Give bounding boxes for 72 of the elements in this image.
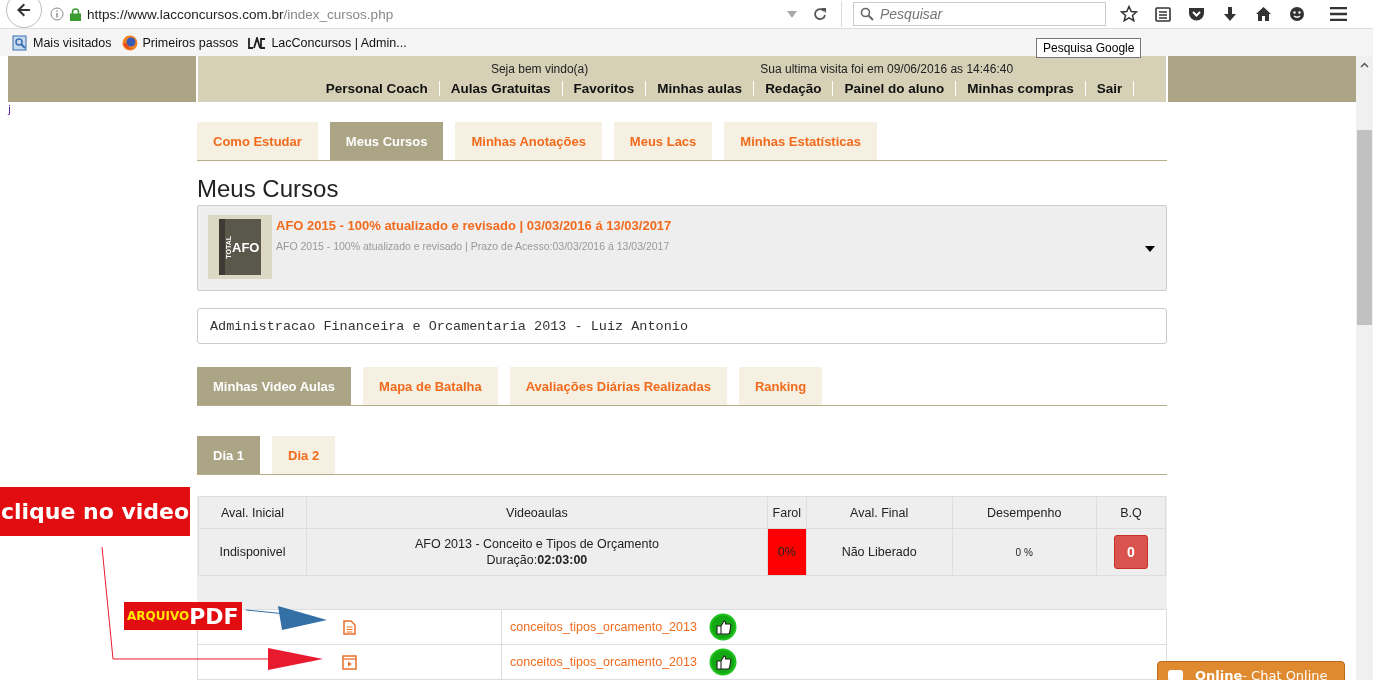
tab[interactable]: Avaliações Diárias Realizadas <box>509 367 727 405</box>
tab[interactable]: Dia 2 <box>272 436 336 474</box>
nav-link[interactable]: Personal Coach <box>314 81 440 96</box>
table-cell: Indisponivel <box>198 528 307 576</box>
info-icon <box>50 7 64 21</box>
thumbs-up-icon[interactable] <box>708 648 737 676</box>
nav-link[interactable]: Favoritos <box>562 81 647 96</box>
nav-link[interactable]: Minhas compras <box>956 81 1086 96</box>
course-subtitle: AFO 2015 - 100% atualizado e revisado | Prazo de Acesso:03/03/2016 á 13/03/2017 <box>276 240 671 252</box>
tab[interactable]: Como Estudar <box>197 122 318 160</box>
subject-field[interactable]: Administracao Financeira e Orcamentaria 2013 - Luiz Antonio <box>197 308 1167 344</box>
menu-icon[interactable] <box>1330 7 1347 21</box>
address-bar[interactable]: https://www.lacconcursos.com.br/index_cursos.php <box>42 1 842 27</box>
smiley-icon[interactable] <box>1289 6 1305 22</box>
course-title: AFO 2015 - 100% atualizado e revisado | 03/03/2016 á 13/03/2017 <box>276 218 672 233</box>
file-link[interactable]: conceitos_tipos_orcamento_2013 <box>510 620 697 634</box>
column-header: Desempenho <box>952 496 1097 529</box>
reading-list-icon[interactable] <box>1155 6 1171 22</box>
chat-button[interactable]: Online- Chat Online <box>1157 661 1345 680</box>
column-header: Aval. Final <box>806 496 952 529</box>
bookmark-item[interactable]: LacConcursos | Admin... <box>246 35 409 50</box>
tab[interactable]: Minhas Anotações <box>455 122 602 160</box>
welcome-text: Seja bem vindo(a) <box>490 62 589 76</box>
table-cell: 0% <box>767 528 807 576</box>
download-icon[interactable] <box>1222 6 1238 22</box>
url-text: https://www.lacconcursos.com.br/index_cursos.php <box>87 6 394 22</box>
scrollbar-thumb[interactable] <box>1357 130 1372 325</box>
back-arrow-icon <box>16 2 32 18</box>
table-cell: 0 % <box>952 528 1097 576</box>
back-button[interactable] <box>6 0 42 28</box>
last-visit-text: Sua ultima visita foi em 09/06/2016 as 14:46:40 <box>760 62 1014 76</box>
tab[interactable]: Meus Cursos <box>329 122 444 160</box>
document-icon[interactable] <box>343 619 356 635</box>
nav-link[interactable]: Redação <box>754 81 834 96</box>
logo <box>248 36 267 49</box>
column-header: B.Q <box>1096 496 1166 529</box>
table-cell: AFO 2013 - Conceito e Tipos de Orçamento Duração:02:03:00 <box>306 528 768 576</box>
bq-button[interactable]: 0 <box>1113 535 1148 569</box>
tab[interactable]: Meus Lacs <box>613 122 713 160</box>
search-folder-icon <box>12 34 28 51</box>
column-header: Aval. Inicial <box>198 496 307 529</box>
scroll-up-icon[interactable] <box>1360 62 1369 68</box>
caret-icon <box>1145 246 1155 252</box>
tab[interactable]: Ranking <box>738 367 823 405</box>
scrollbar[interactable] <box>1356 56 1373 680</box>
bookmark-item[interactable]: Mais visitados <box>10 34 114 51</box>
file-link[interactable]: conceitos_tipos_orcamento_2013 <box>510 655 697 669</box>
tab[interactable]: Minhas Estatísticas <box>724 122 877 160</box>
table-cell: Não Liberado <box>806 528 952 576</box>
tab[interactable]: Minhas Video Aulas <box>197 367 352 405</box>
pocket-icon[interactable] <box>1188 6 1205 22</box>
tab[interactable]: Dia 1 <box>197 436 261 474</box>
page-title: Meus Cursos <box>197 175 340 203</box>
stray-text: j <box>8 103 13 117</box>
video-icon[interactable] <box>342 654 357 670</box>
nav-link[interactable]: Minhas aulas <box>646 81 755 96</box>
home-icon[interactable] <box>1255 6 1272 22</box>
annotation-label: clique no video <box>0 487 190 536</box>
lock-icon <box>70 7 81 21</box>
nav-link[interactable]: Painel do aluno <box>833 81 957 96</box>
column-header: Farol <box>767 496 807 529</box>
search-field[interactable]: Pesquisar <box>853 2 1106 26</box>
star-icon[interactable] <box>1120 5 1138 23</box>
column-header: Videoaulas <box>306 496 768 529</box>
reload-icon[interactable] <box>813 7 827 21</box>
nav-link[interactable]: Aulas Gratuitas <box>439 81 563 96</box>
nav-link[interactable]: Sair <box>1085 81 1135 96</box>
thumbs-up-icon[interactable] <box>708 613 737 641</box>
tooltip: Pesquisa Google <box>1036 38 1142 58</box>
bookmark-item[interactable]: Primeiros passos <box>119 34 241 51</box>
tab[interactable]: Mapa de Batalha <box>363 367 498 405</box>
globe-icon <box>121 34 138 51</box>
